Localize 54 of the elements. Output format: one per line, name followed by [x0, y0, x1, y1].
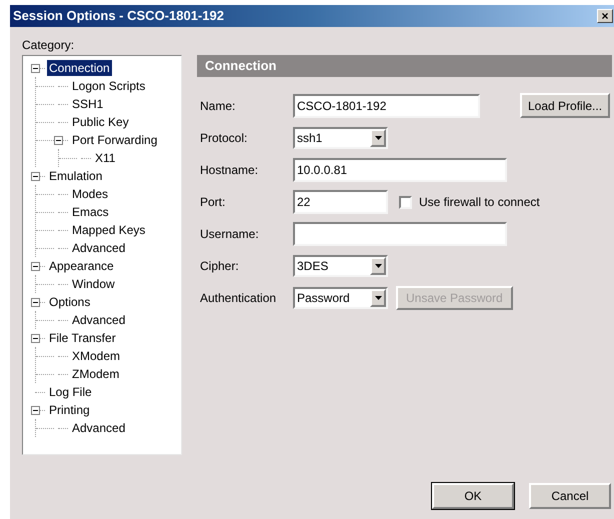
tree-item[interactable]: Logon Scripts — [70, 78, 148, 94]
hostname-field[interactable]: 10.0.0.81 — [293, 158, 507, 182]
dialog-button[interactable]: Cancel — [529, 483, 611, 509]
load-profile-button[interactable]: Load Profile... — [520, 93, 610, 118]
tree-item[interactable]: ZModem — [70, 366, 122, 382]
close-button[interactable]: × — [597, 9, 613, 23]
port-field[interactable]: 22 — [293, 190, 388, 214]
tree-item[interactable]: Advanced — [70, 420, 128, 436]
window-title: Session Options - CSCO-1801-192 — [12, 7, 224, 26]
tree-item[interactable]: XModem — [70, 348, 122, 364]
tree-item[interactable]: Advanced — [70, 312, 128, 328]
tree-item[interactable]: Connection — [47, 60, 112, 76]
panel-header: Connection — [197, 55, 612, 77]
name-field[interactable]: CSCO-1801-192 — [293, 94, 480, 118]
field-label: Port: — [200, 194, 226, 211]
tree-item[interactable]: Appearance — [47, 258, 116, 274]
tree-item[interactable]: SSH1 — [70, 96, 106, 112]
field-label: Authentication — [200, 290, 278, 307]
dropdown-arrow-icon — [374, 136, 382, 140]
tree-item[interactable]: Mapped Keys — [70, 222, 148, 238]
tree-item[interactable]: Public Key — [70, 114, 131, 130]
collapse-icon[interactable] — [31, 334, 40, 342]
dropdown-arrow-icon — [374, 296, 382, 300]
tree-item[interactable]: Printing — [47, 402, 92, 418]
tree-item[interactable]: Advanced — [70, 240, 128, 256]
tree-item[interactable]: Log File — [47, 384, 94, 400]
tree-item[interactable]: X11 — [93, 150, 118, 166]
field-label: Cipher: — [200, 258, 240, 275]
tree-item[interactable]: Modes — [70, 186, 110, 202]
tree-item[interactable]: Options — [47, 294, 92, 310]
tree-item[interactable]: Window — [70, 276, 117, 292]
username-field[interactable] — [293, 222, 507, 246]
collapse-icon[interactable] — [54, 136, 63, 144]
protocol-dropdown[interactable]: ssh1 — [293, 127, 388, 149]
collapse-icon[interactable] — [31, 406, 40, 414]
collapse-icon[interactable] — [31, 298, 40, 306]
field-label: Protocol: — [200, 130, 248, 147]
collapse-icon[interactable] — [31, 172, 40, 180]
authentication-dropdown[interactable]: Password — [293, 287, 388, 309]
field-label: Name: — [200, 98, 236, 114]
tree-item[interactable]: Port Forwarding — [70, 132, 160, 148]
collapse-icon[interactable] — [31, 262, 40, 270]
field-label: Hostname: — [200, 162, 260, 179]
checkbox[interactable] — [399, 196, 412, 208]
category-label: Category: — [22, 37, 74, 54]
field-label: Username: — [200, 226, 260, 243]
dialog-button[interactable]: OK — [432, 483, 514, 509]
tree-item[interactable]: File Transfer — [47, 330, 118, 346]
collapse-icon[interactable] — [31, 64, 40, 72]
dropdown-arrow-icon — [374, 264, 382, 268]
tree-item[interactable]: Emulation — [47, 168, 104, 184]
tree-item[interactable]: Emacs — [70, 204, 111, 220]
cipher-dropdown[interactable]: 3DES — [293, 255, 388, 277]
checkbox-label[interactable]: Use firewall to connect — [419, 193, 540, 211]
